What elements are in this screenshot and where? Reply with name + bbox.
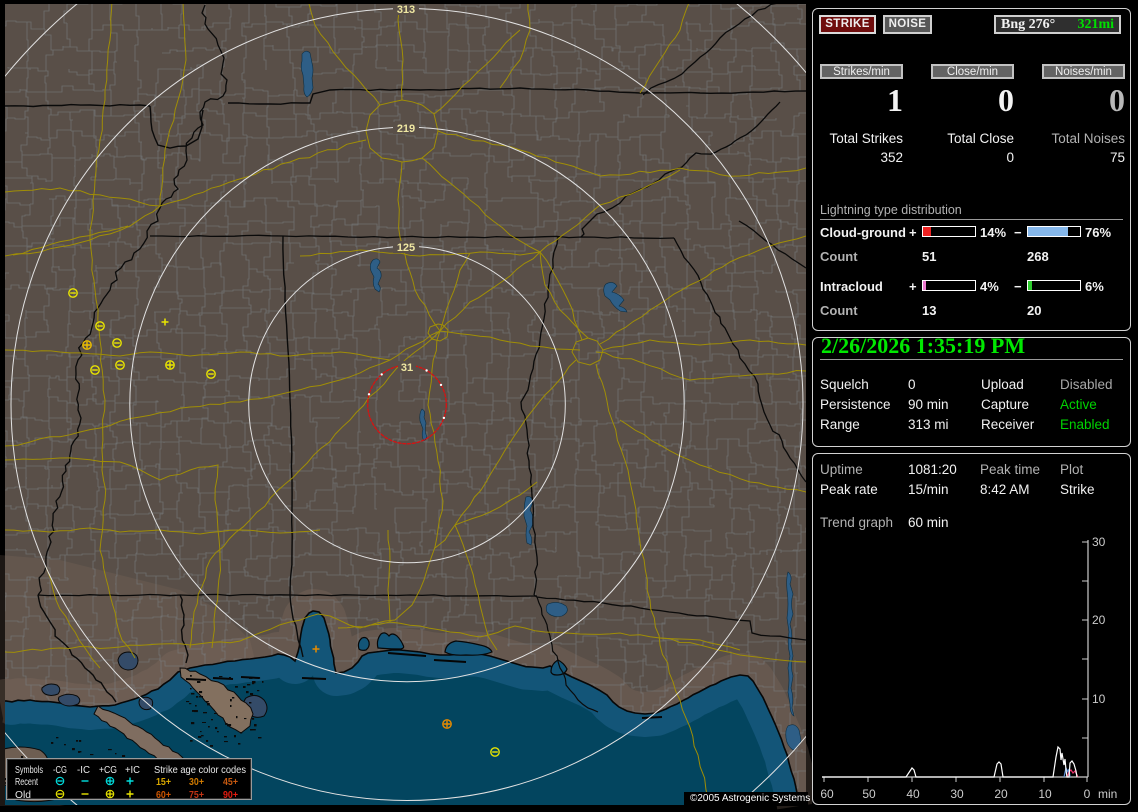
svg-text:10: 10 [1038,787,1052,801]
svg-text:Symbols: Symbols [15,765,43,776]
svg-text:15+: 15+ [156,777,171,788]
svg-text:45+: 45+ [223,777,238,788]
svg-text:50: 50 [862,787,876,801]
svg-text:90+: 90+ [223,790,238,800]
svg-text:20: 20 [994,787,1008,801]
svg-text:Strike age color codes: Strike age color codes [154,765,246,776]
svg-text:30+: 30+ [189,777,204,788]
svg-text:60: 60 [820,787,834,801]
svg-text:Recent: Recent [15,777,38,788]
svg-text:-CG: -CG [53,765,67,776]
svg-text:10: 10 [1092,692,1106,706]
svg-text:40: 40 [906,787,920,801]
svg-text:-IC: -IC [77,765,90,776]
svg-text:0: 0 [1084,787,1091,801]
svg-text:min: min [1098,787,1117,801]
svg-text:Old: Old [15,790,31,800]
svg-text:30: 30 [950,787,964,801]
svg-text:20: 20 [1092,613,1106,627]
svg-text:60+: 60+ [156,790,171,800]
svg-text:75+: 75+ [189,790,204,800]
svg-text:+CG: +CG [99,765,117,776]
svg-text:+IC: +IC [125,765,140,776]
svg-text:30: 30 [1092,535,1106,549]
